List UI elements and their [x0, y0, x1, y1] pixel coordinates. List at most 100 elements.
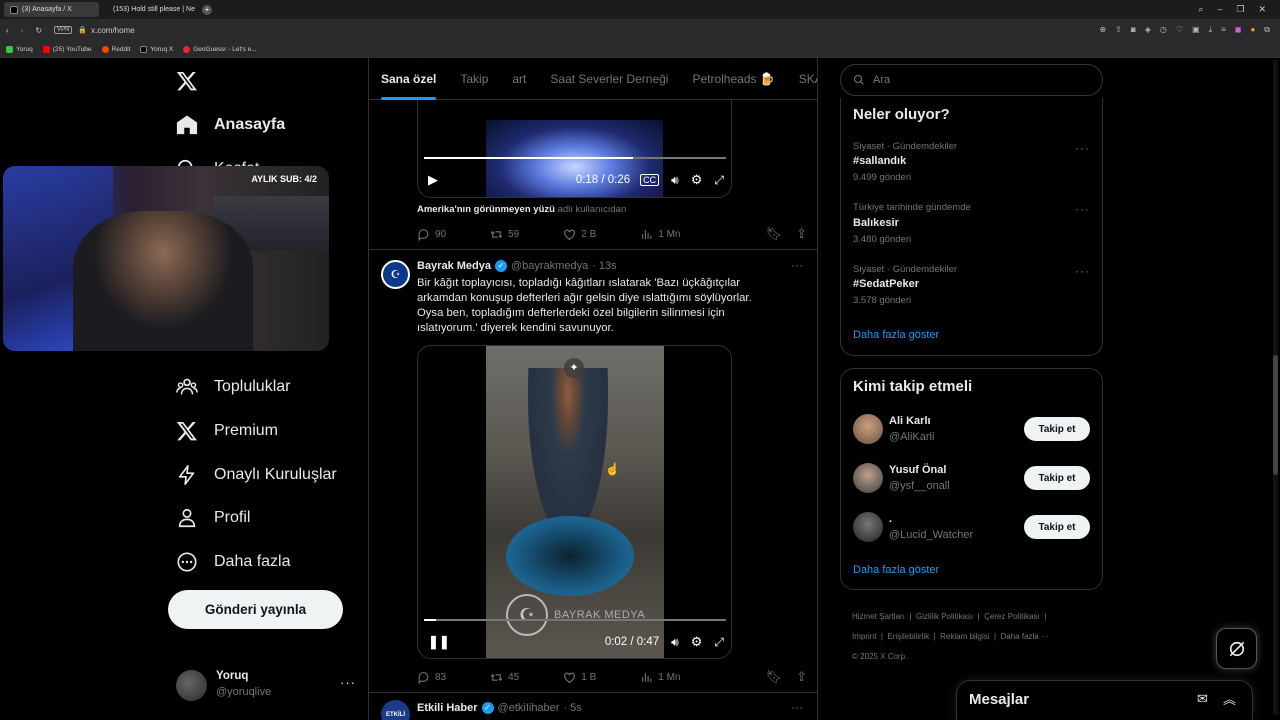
sidebar-item-premium[interactable]: Premium	[176, 420, 278, 442]
like-button[interactable]: 2 B	[563, 228, 596, 241]
vpn-badge[interactable]: VPN	[54, 26, 73, 34]
author-name[interactable]: Etkili Haber	[417, 702, 478, 714]
extension-icon[interactable]: ◼	[1235, 25, 1242, 35]
video-progress-track[interactable]	[424, 619, 726, 621]
sidebar-item-more[interactable]: Daha fazla	[176, 551, 291, 573]
bookmark-reddit[interactable]: Reddit	[101, 45, 130, 53]
post-button[interactable]: Gönderi yayınla	[168, 590, 343, 629]
reply-button[interactable]: 90	[417, 228, 446, 241]
tab-following[interactable]: Takip	[448, 58, 500, 100]
volume-icon[interactable]: 🔊︎	[671, 173, 679, 188]
camera-icon[interactable]: ◙	[1131, 25, 1136, 35]
follow-button[interactable]: Takip et	[1024, 417, 1090, 441]
reload-icon[interactable]: ↻	[35, 26, 42, 35]
share-icon[interactable]: ⇪	[1115, 25, 1122, 35]
play-icon[interactable]: ▶	[428, 172, 438, 188]
new-tab-button[interactable]: +	[202, 4, 212, 15]
url-field[interactable]: x.com/home	[91, 26, 135, 35]
download-icon[interactable]: ⤓	[1209, 25, 1213, 35]
tab-petrolheads[interactable]: Petrolheads 🍺	[680, 58, 786, 100]
video-attribution[interactable]: Amerika'nın görünmeyen yüzü adlı kullanı…	[417, 204, 626, 215]
footer-link[interactable]: Reklam bilgisi	[940, 632, 989, 641]
tab-art[interactable]: art	[500, 58, 538, 100]
heart-icon[interactable]: ♡	[1176, 25, 1183, 35]
retweet-button[interactable]: 45	[490, 671, 519, 684]
footer-link[interactable]: Imprint	[852, 632, 876, 641]
bookmark-geoguessr[interactable]: GeoGuessr - Let's e...	[183, 45, 257, 53]
tweet-time[interactable]: · 13s	[592, 260, 616, 272]
messages-drawer[interactable]: Mesajlar ✉ ︽	[956, 680, 1253, 720]
tab-ska[interactable]: SKA	[787, 58, 817, 100]
scrollbar-thumb[interactable]	[1273, 355, 1278, 475]
forward-icon[interactable]: ›	[21, 26, 24, 35]
cube-icon[interactable]: ▣	[1192, 25, 1200, 35]
bookmark-yoruq-x[interactable]: Yoruq X	[140, 45, 173, 53]
maximize-button[interactable]: ❐	[1236, 4, 1244, 15]
footer-link[interactable]: Gizlilik Politikası	[916, 612, 973, 621]
avatar[interactable]: ETKİLİ	[381, 700, 410, 720]
profile-avatar-icon[interactable]: ●	[1250, 25, 1255, 35]
more-dots-icon[interactable]: ···	[1075, 202, 1090, 216]
page-scrollbar[interactable]	[1273, 60, 1278, 715]
account-switcher[interactable]: Yoruq @yoruqlive ···	[176, 669, 356, 703]
bookmark-icon[interactable]: 🔖︎	[766, 226, 783, 242]
retweet-button[interactable]: 59	[490, 228, 519, 241]
sidebar-item-home[interactable]: Anasayfa	[176, 114, 285, 136]
reply-button[interactable]: 83	[417, 671, 446, 684]
bookmark-youtube[interactable]: (25) YouTube	[42, 45, 92, 53]
bookmark-icon[interactable]: 🔖︎	[766, 669, 783, 685]
bookmark-yoruq[interactable]: Yoruq	[6, 45, 33, 53]
share-icon[interactable]: ⇪	[796, 669, 807, 685]
captions-icon[interactable]: CC	[640, 174, 660, 186]
search-input[interactable]: Ara	[840, 64, 1103, 96]
history-icon[interactable]: ◷	[1160, 25, 1167, 35]
settings-icon[interactable]: ⚙	[691, 172, 703, 188]
footer-link[interactable]: Daha fazla ···	[1001, 632, 1049, 641]
menu-icon[interactable]: ≡	[1221, 25, 1226, 35]
author-handle[interactable]: @etkiIihaber	[498, 702, 560, 714]
close-window-button[interactable]: ✕	[1258, 4, 1266, 15]
more-dots-icon[interactable]: ···	[1075, 141, 1090, 155]
minimize-button[interactable]: –	[1217, 4, 1222, 15]
pause-icon[interactable]: ❚❚	[428, 634, 450, 650]
back-icon[interactable]: ‹	[6, 26, 9, 35]
avatar[interactable]: ☪	[381, 260, 410, 289]
like-button[interactable]: 1 B	[563, 671, 596, 684]
sidebar-item-profile[interactable]: Profil	[176, 507, 250, 529]
chevron-up-icon[interactable]: ︽	[1223, 689, 1236, 708]
fullscreen-icon[interactable]: ⤢	[714, 173, 724, 188]
author-handle[interactable]: @bayrakmedya	[511, 260, 588, 272]
search-tabs-icon[interactable]: ⌕	[1198, 4, 1203, 15]
follow-button[interactable]: Takip et	[1024, 515, 1090, 539]
trends-show-more-link[interactable]: Daha fazla göster	[853, 329, 939, 341]
footer-link[interactable]: Erişilebilirlik	[887, 632, 929, 641]
shield-icon[interactable]: ◈	[1145, 25, 1151, 35]
sidebar-item-verified-orgs[interactable]: Onaylı Kuruluşlar	[176, 464, 337, 486]
follow-button[interactable]: Takip et	[1024, 466, 1090, 490]
grok-button[interactable]	[1216, 628, 1257, 669]
more-dots-icon[interactable]: ···	[791, 258, 803, 272]
author-name[interactable]: Bayrak Medya	[417, 260, 491, 272]
ai-sparkle-icon[interactable]: ✦	[564, 358, 584, 378]
settings-icon[interactable]: ⚙	[691, 634, 703, 650]
sidebar-toggle-icon[interactable]: ⧉	[1264, 25, 1270, 35]
footer-link[interactable]: Çerez Politikası	[984, 612, 1040, 621]
x-logo-icon[interactable]	[176, 70, 198, 97]
who-show-more-link[interactable]: Daha fazla göster	[853, 564, 939, 576]
views-button[interactable]: 1 Mn	[640, 671, 681, 684]
browser-tab-x[interactable]: (3) Anasayfa / X	[4, 2, 99, 17]
new-message-icon[interactable]: ✉	[1197, 691, 1208, 707]
more-dots-icon[interactable]: ···	[791, 700, 803, 714]
tab-for-you[interactable]: Sana özel	[369, 58, 448, 100]
zoom-icon[interactable]: ⊕	[1099, 25, 1106, 35]
sidebar-item-communities[interactable]: Topluluklar	[176, 376, 290, 398]
more-dots-icon[interactable]: ···	[1075, 264, 1090, 278]
footer-link[interactable]: Hizmet Şartları	[852, 612, 905, 621]
tab-saat-severler[interactable]: Saat Severler Derneği	[538, 58, 680, 100]
fullscreen-icon[interactable]: ⤢	[714, 635, 724, 650]
browser-tab-youtube[interactable]: (153) Hold still please | Ne	[103, 2, 198, 17]
tweet-video-2[interactable]: ✦ ☪ BAYRAK MEDYA ❚❚ 0:02 / 0:47 🔊︎ ⚙ ⤢	[417, 345, 732, 659]
share-icon[interactable]: ⇪	[796, 226, 807, 242]
volume-icon[interactable]: 🔊︎	[671, 635, 679, 650]
views-button[interactable]: 1 Mn	[640, 228, 681, 241]
